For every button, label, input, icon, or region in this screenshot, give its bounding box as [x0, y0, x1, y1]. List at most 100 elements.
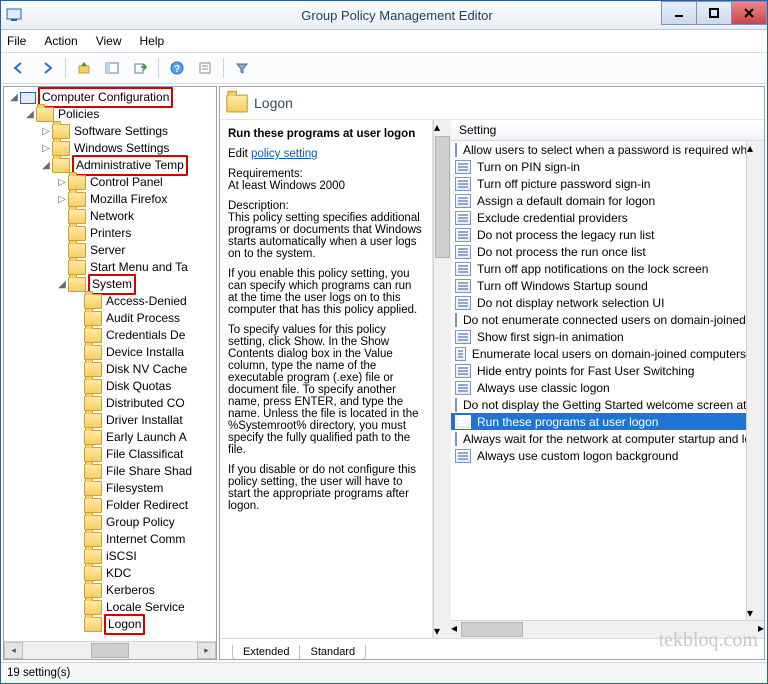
setting-label: Do not process the run once list: [477, 245, 646, 259]
expand-icon[interactable]: ▷: [40, 140, 52, 157]
tree-item[interactable]: Internet Comm: [4, 531, 216, 548]
tree-item[interactable]: Disk NV Cache: [4, 361, 216, 378]
edit-policy-link[interactable]: policy setting: [251, 148, 317, 160]
settings-horizontal-scrollbar[interactable]: ◂ ▸: [451, 620, 764, 638]
tree-item[interactable]: Network: [4, 208, 216, 225]
expand-icon[interactable]: ◢: [24, 106, 36, 123]
setting-row[interactable]: Show first sign-in animation: [451, 328, 746, 345]
tree-item[interactable]: KDC: [4, 565, 216, 582]
setting-row[interactable]: Enumerate local users on domain-joined c…: [451, 345, 746, 362]
setting-row[interactable]: Do not process the legacy run list: [451, 226, 746, 243]
expand-icon[interactable]: ▷: [56, 174, 68, 191]
scroll-down-icon[interactable]: ▾: [434, 624, 451, 638]
scope-tree[interactable]: ◢Computer Configuration◢Policies▷Softwar…: [4, 87, 216, 641]
setting-label: Always use classic logon: [477, 381, 610, 395]
setting-row[interactable]: Run these programs at user logon: [451, 413, 746, 430]
tree-item[interactable]: ◢System: [4, 276, 216, 293]
help-button[interactable]: ?: [165, 56, 189, 80]
setting-row[interactable]: Always use custom logon background: [451, 447, 746, 464]
expand-icon[interactable]: ◢: [8, 89, 20, 106]
scroll-up-icon[interactable]: ▴: [434, 120, 451, 134]
tree-item-label: Disk NV Cache: [106, 361, 187, 378]
tree-item[interactable]: Kerberos: [4, 582, 216, 599]
setting-row[interactable]: Always use classic logon: [451, 379, 746, 396]
back-button[interactable]: [7, 56, 31, 80]
maximize-button[interactable]: [696, 1, 732, 25]
tree-item[interactable]: ▷Software Settings: [4, 123, 216, 140]
scroll-right-icon[interactable]: ▸: [197, 642, 216, 659]
setting-row[interactable]: Do not display the Getting Started welco…: [451, 396, 746, 413]
setting-row[interactable]: Assign a default domain for logon: [451, 192, 746, 209]
menu-file[interactable]: File: [7, 34, 26, 48]
expand-icon[interactable]: ▷: [56, 191, 68, 208]
settings-column-header[interactable]: Setting: [451, 120, 764, 141]
setting-row[interactable]: Hide entry points for Fast User Switchin…: [451, 362, 746, 379]
tree-item[interactable]: Disk Quotas: [4, 378, 216, 395]
tree-item[interactable]: File Share Shad: [4, 463, 216, 480]
tree-item[interactable]: Access-Denied: [4, 293, 216, 310]
forward-button[interactable]: [35, 56, 59, 80]
tree-item[interactable]: File Classificat: [4, 446, 216, 463]
expand-icon[interactable]: ▷: [40, 123, 52, 140]
tree-item[interactable]: Device Installa: [4, 344, 216, 361]
setting-row[interactable]: Always wait for the network at computer …: [451, 430, 746, 447]
minimize-button[interactable]: [661, 1, 697, 25]
properties-button[interactable]: [193, 56, 217, 80]
scroll-left-icon[interactable]: ◂: [4, 642, 23, 659]
folder-icon: [226, 94, 248, 112]
tree-horizontal-scrollbar[interactable]: ◂ ▸: [4, 641, 216, 659]
tree-item[interactable]: Logon: [4, 616, 216, 633]
setting-label: Do not display network selection UI: [477, 296, 664, 310]
tree-item[interactable]: ▷Control Panel: [4, 174, 216, 191]
tree-item[interactable]: Driver Installat: [4, 412, 216, 429]
settings-vertical-scrollbar[interactable]: ▴ ▾: [746, 141, 764, 620]
setting-row[interactable]: Do not enumerate connected users on doma…: [451, 311, 746, 328]
menu-view[interactable]: View: [96, 34, 122, 48]
menu-action[interactable]: Action: [44, 34, 77, 48]
tree-item[interactable]: ◢Computer Configuration: [4, 89, 216, 106]
status-bar: 19 setting(s): [1, 662, 767, 683]
folder-icon: [84, 566, 102, 581]
setting-label: Turn off picture password sign-in: [477, 177, 650, 191]
tree-item[interactable]: Filesystem: [4, 480, 216, 497]
filter-button[interactable]: [230, 56, 254, 80]
show-hide-tree-button[interactable]: [100, 56, 124, 80]
tree-item[interactable]: Printers: [4, 225, 216, 242]
export-button[interactable]: [128, 56, 152, 80]
setting-row[interactable]: Turn off Windows Startup sound: [451, 277, 746, 294]
tree-item[interactable]: Audit Process: [4, 310, 216, 327]
setting-row[interactable]: Allow users to select when a password is…: [451, 141, 746, 158]
tab-standard[interactable]: Standard: [299, 645, 366, 660]
setting-row[interactable]: Do not display network selection UI: [451, 294, 746, 311]
up-button[interactable]: [72, 56, 96, 80]
tree-item[interactable]: ◢Administrative Temp: [4, 157, 216, 174]
setting-row[interactable]: Turn off app notifications on the lock s…: [451, 260, 746, 277]
scroll-right-icon[interactable]: ▸: [758, 621, 764, 638]
setting-row[interactable]: Do not process the run once list: [451, 243, 746, 260]
folder-icon: [84, 617, 102, 632]
scroll-up-icon[interactable]: ▴: [747, 141, 764, 155]
setting-row[interactable]: Exclude credential providers: [451, 209, 746, 226]
svg-text:?: ?: [174, 64, 180, 75]
close-button[interactable]: [731, 1, 767, 25]
scroll-down-icon[interactable]: ▾: [747, 606, 764, 620]
detail-vertical-scrollbar[interactable]: ▴ ▾: [433, 120, 451, 638]
tree-item[interactable]: Credentials De: [4, 327, 216, 344]
tab-extended[interactable]: Extended: [232, 645, 300, 660]
menu-help[interactable]: Help: [140, 34, 165, 48]
tree-item[interactable]: iSCSI: [4, 548, 216, 565]
tree-item[interactable]: Server: [4, 242, 216, 259]
settings-list[interactable]: Allow users to select when a password is…: [451, 141, 746, 620]
expand-icon[interactable]: ◢: [40, 157, 52, 174]
tree-item[interactable]: ▷Mozilla Firefox: [4, 191, 216, 208]
tree-item[interactable]: Group Policy: [4, 514, 216, 531]
tree-item[interactable]: Folder Redirect: [4, 497, 216, 514]
folder-icon: [84, 532, 102, 547]
settings-panel: Setting Allow users to select when a pas…: [451, 120, 764, 638]
tree-item[interactable]: Distributed CO: [4, 395, 216, 412]
expand-icon[interactable]: ◢: [56, 276, 68, 293]
tree-item[interactable]: ◢Policies: [4, 106, 216, 123]
setting-row[interactable]: Turn off picture password sign-in: [451, 175, 746, 192]
setting-row[interactable]: Turn on PIN sign-in: [451, 158, 746, 175]
tree-item[interactable]: Early Launch A: [4, 429, 216, 446]
